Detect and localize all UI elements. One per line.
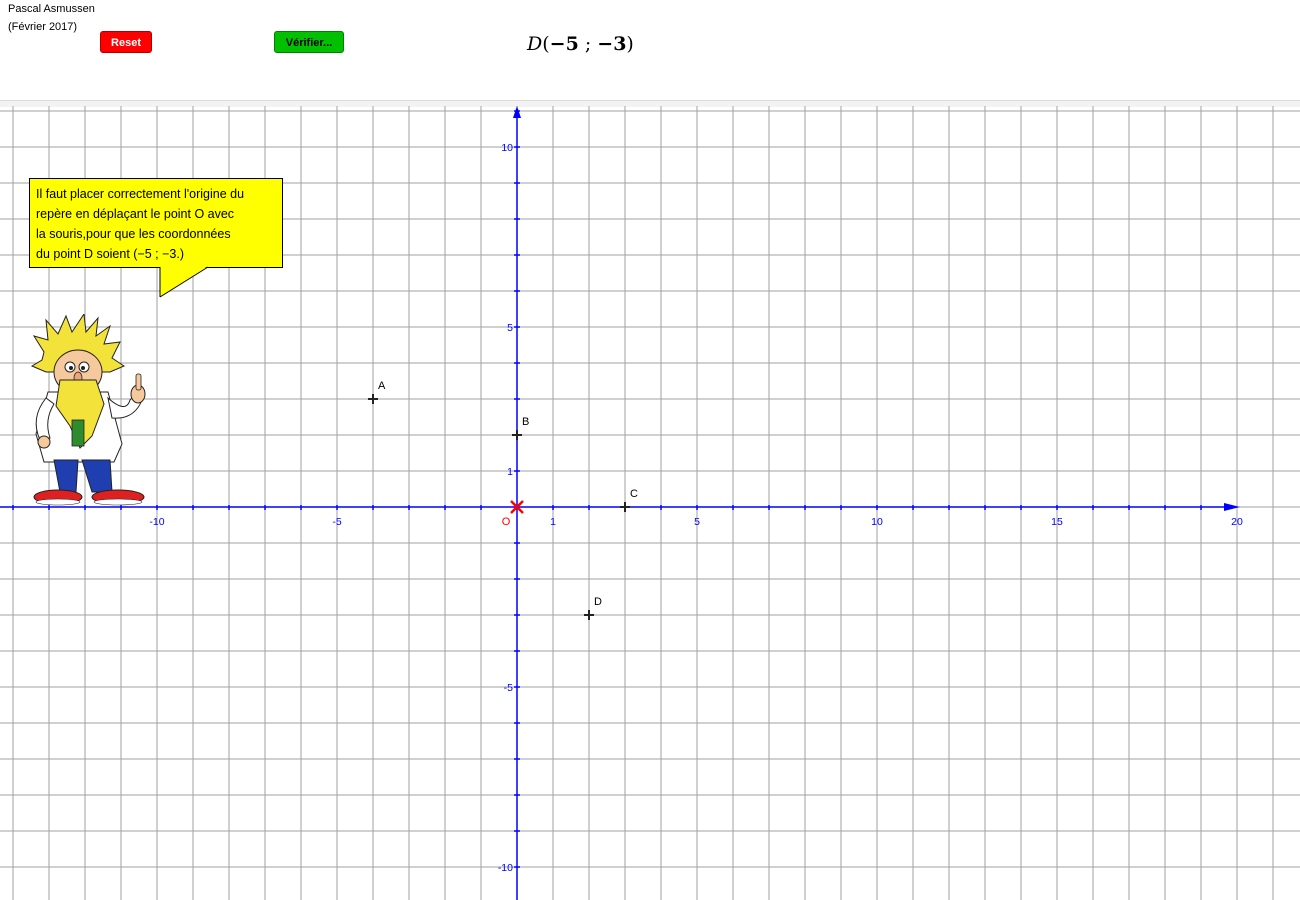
bubble-line: Il faut placer correctement l'origine du [36, 187, 245, 201]
origin-point[interactable]: O [502, 500, 524, 528]
x-tick-label: 15 [1051, 516, 1063, 528]
x-tick-label: -10 [149, 516, 164, 528]
x-tick-label: 5 [694, 516, 700, 528]
origin-label: O [502, 516, 511, 528]
target-y: −3 [597, 33, 627, 55]
x-tick-label: 1 [550, 516, 556, 528]
author-date: (Février 2017) [8, 21, 78, 33]
speech-bubble: Il faut placer correctement l'origine du… [29, 178, 283, 268]
bubble-tail [159, 266, 209, 298]
point-label: D [594, 596, 602, 608]
x-tick-label: -5 [332, 516, 341, 528]
target-x: −5 [549, 33, 579, 55]
x-tick-label: 10 [871, 516, 883, 528]
x-axis-arrow [1224, 503, 1240, 511]
target-point-name: D [527, 33, 543, 55]
y-axis-arrow [513, 106, 521, 118]
y-tick-label: 10 [501, 142, 513, 154]
author-name: Pascal Asmussen [8, 3, 95, 15]
target-coordinates: D(−5 ; −3) [527, 33, 634, 55]
y-tick-label: -5 [504, 682, 513, 694]
y-tick-label: 1 [507, 466, 513, 478]
y-tick-label: -10 [498, 862, 513, 874]
bubble-line: du point D soient (−5 ; −3.) [36, 247, 185, 261]
bubble-line: la souris,pour que les coordonnées [36, 227, 231, 241]
y-tick-label: 5 [507, 322, 513, 334]
point-b[interactable]: B [512, 416, 529, 440]
x-tick-label: 20 [1231, 516, 1243, 528]
bubble-line: repère en déplaçant le point O avec [36, 207, 235, 221]
point-label: B [522, 416, 529, 428]
verify-button[interactable]: Vérifier... [274, 31, 344, 53]
point-c[interactable]: C [620, 488, 638, 512]
point-label: C [630, 488, 638, 500]
point-a[interactable]: A [368, 380, 386, 404]
reset-button[interactable]: Reset [100, 31, 152, 53]
point-label: A [378, 380, 386, 392]
header-bar: Pascal Asmussen (Février 2017) Reset Vér… [0, 0, 1300, 100]
point-d[interactable]: D [584, 596, 602, 620]
target-separator: ; [578, 33, 598, 55]
professor-illustration [30, 314, 146, 506]
